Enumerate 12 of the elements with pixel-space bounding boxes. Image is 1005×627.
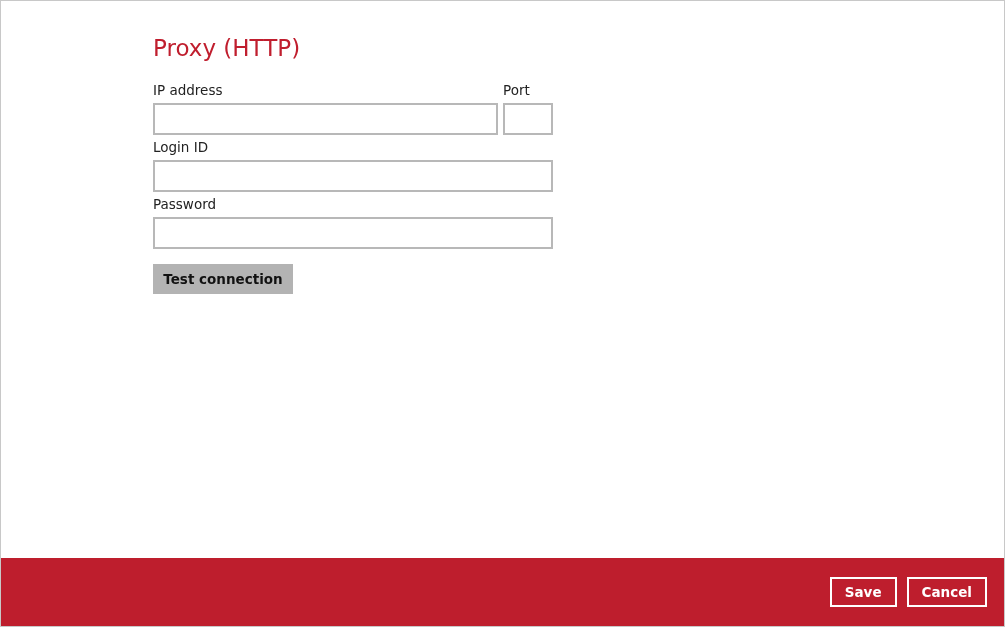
- field-label: IP address: [153, 81, 223, 99]
- input-field[interactable]: [503, 103, 553, 135]
- input-field[interactable]: [153, 160, 553, 192]
- test-connection-button[interactable]: Test connection: [153, 264, 293, 294]
- input-field[interactable]: [153, 103, 498, 135]
- save-button[interactable]: Save: [829, 577, 897, 607]
- input-field[interactable]: [153, 217, 553, 249]
- field-label: Password: [153, 195, 217, 213]
- page-title: Proxy (HTTP): [153, 34, 302, 63]
- field-label: Port: [503, 81, 530, 99]
- cancel-button[interactable]: Cancel: [906, 577, 987, 607]
- field-label: Login ID: [153, 138, 209, 156]
